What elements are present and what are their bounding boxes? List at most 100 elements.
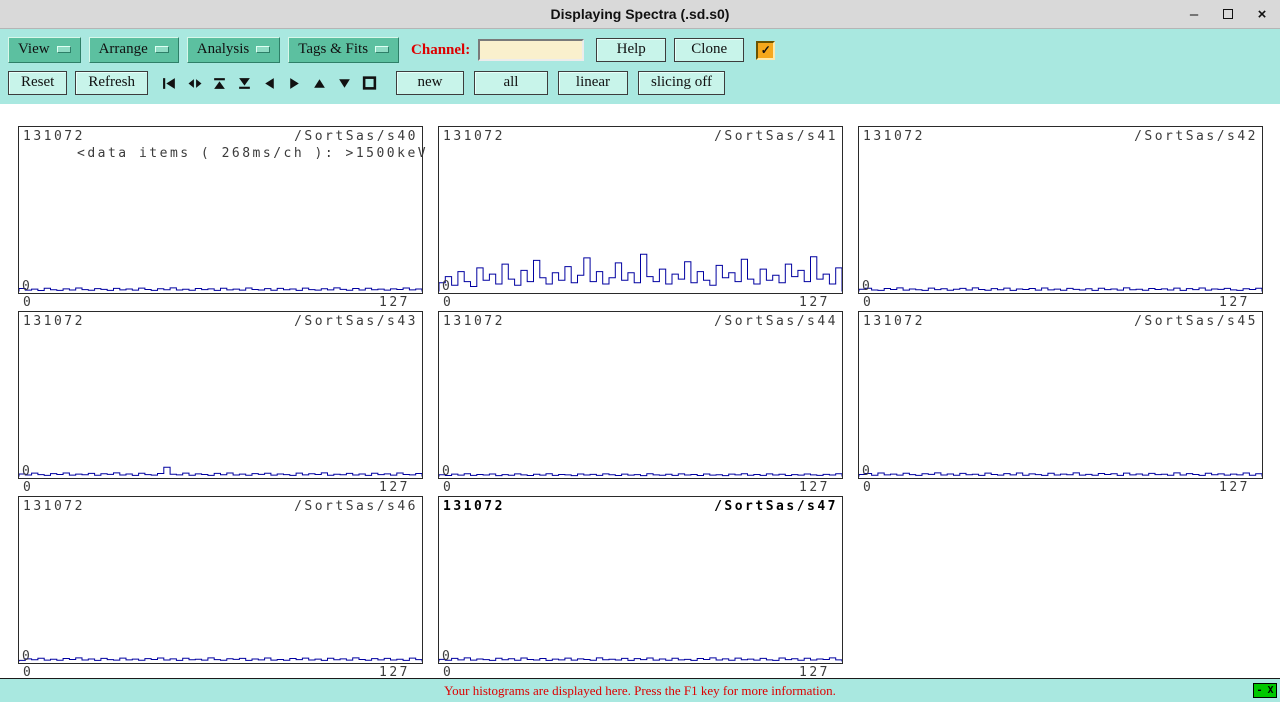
window-controls: – × bbox=[1186, 0, 1270, 28]
spectrum-ymax-label: 131072 bbox=[23, 129, 85, 144]
minimize-icon[interactable]: – bbox=[1186, 6, 1202, 22]
skip-to-start-icon[interactable] bbox=[158, 73, 182, 93]
spectrum-histogram bbox=[19, 497, 422, 663]
spectrum-x-axis: 0 127 bbox=[438, 479, 843, 496]
nav-icon-group bbox=[158, 73, 382, 93]
channel-input[interactable] bbox=[478, 39, 584, 61]
spectrum-y0-label: 0 bbox=[442, 466, 452, 478]
spectrum-xmin-label: 0 bbox=[23, 295, 33, 311]
spectrum-y0-label: 0 bbox=[862, 466, 872, 478]
spectrum-plot[interactable]: 131072 /SortSas/s46 0 bbox=[18, 496, 423, 664]
scroll-to-bottom-icon[interactable] bbox=[233, 73, 257, 93]
toolbar: View Arrange Analysis Tags & Fits Channe… bbox=[0, 29, 1280, 104]
spectrum-y0-label: 0 bbox=[22, 651, 32, 663]
spectrum-xmax-label: 127 bbox=[1219, 295, 1250, 311]
spectrum-cell: 131072 /SortSas/s46 0 0 127 bbox=[18, 496, 423, 678]
spectra-grid: 131072 /SortSas/s40 <data items ( 268ms/… bbox=[0, 104, 1280, 678]
menubar-row: View Arrange Analysis Tags & Fits Channe… bbox=[0, 34, 1280, 66]
spectrum-x-axis: 0 127 bbox=[858, 294, 1263, 311]
spectrum-xmax-label: 127 bbox=[1219, 480, 1250, 496]
menu-arrange-label: Arrange bbox=[99, 41, 148, 58]
spectrum-plot[interactable]: 131072 /SortSas/s43 0 bbox=[18, 311, 423, 479]
refresh-button[interactable]: Refresh bbox=[75, 71, 148, 95]
spectrum-ymax-label: 131072 bbox=[863, 314, 925, 329]
spectrum-plot[interactable]: 131072 /SortSas/s45 0 bbox=[858, 311, 1263, 479]
all-button[interactable]: all bbox=[474, 71, 548, 95]
spectrum-plot[interactable]: 131072 /SortSas/s47 0 bbox=[438, 496, 843, 664]
spectrum-path-label: /SortSas/s40 bbox=[294, 129, 418, 144]
spectrum-x-axis: 0 127 bbox=[18, 664, 423, 678]
maximize-icon[interactable] bbox=[1220, 6, 1236, 22]
full-view-icon[interactable] bbox=[358, 73, 382, 93]
spectrum-histogram bbox=[439, 497, 842, 663]
statusbar: Your histograms are displayed here. Pres… bbox=[0, 678, 1280, 702]
spectrum-cell: 131072 /SortSas/s45 0 0 127 bbox=[858, 311, 1263, 496]
spectrum-xmin-label: 0 bbox=[443, 480, 453, 496]
menu-analysis-label: Analysis bbox=[197, 41, 250, 58]
menu-tags-fits-label: Tags & Fits bbox=[298, 41, 368, 58]
spectrum-path-label: /SortSas/s42 bbox=[1134, 129, 1258, 144]
spectrum-y0-label: 0 bbox=[442, 281, 452, 293]
menu-indicator-icon bbox=[155, 46, 169, 53]
spectrum-x-axis: 0 127 bbox=[18, 479, 423, 496]
menu-tags-fits[interactable]: Tags & Fits bbox=[288, 37, 399, 63]
window-title: Displaying Spectra (.sd.s0) bbox=[551, 6, 730, 22]
scroll-left-icon[interactable] bbox=[258, 73, 282, 93]
spectrum-path-label: /SortSas/s43 bbox=[294, 314, 418, 329]
spectrum-xmax-label: 127 bbox=[379, 295, 410, 311]
channel-label: Channel: bbox=[411, 42, 470, 59]
spectrum-path-label: /SortSas/s47 bbox=[714, 499, 838, 514]
scroll-to-top-icon[interactable] bbox=[208, 73, 232, 93]
spectrum-x-axis: 0 127 bbox=[438, 664, 843, 678]
spectrum-histogram bbox=[439, 312, 842, 478]
statusbar-minimize-icon[interactable]: - bbox=[1254, 684, 1265, 697]
menu-view-label: View bbox=[18, 41, 50, 58]
spectrum-histogram bbox=[19, 312, 422, 478]
spectrum-plot[interactable]: 131072 /SortSas/s44 0 bbox=[438, 311, 843, 479]
spectrum-ymax-label: 131072 bbox=[443, 129, 505, 144]
spectrum-histogram bbox=[859, 127, 1262, 293]
slicing-button[interactable]: slicing off bbox=[638, 71, 725, 95]
scroll-down-icon[interactable] bbox=[333, 73, 357, 93]
spectrum-plot[interactable]: 131072 /SortSas/s42 0 bbox=[858, 126, 1263, 294]
scroll-right-icon[interactable] bbox=[283, 73, 307, 93]
statusbar-close-icon[interactable]: X bbox=[1265, 684, 1276, 697]
help-button[interactable]: Help bbox=[596, 38, 666, 62]
clone-button[interactable]: Clone bbox=[674, 38, 744, 62]
spectrum-path-label: /SortSas/s41 bbox=[714, 129, 838, 144]
check-icon: ✓ bbox=[761, 43, 771, 57]
menu-view[interactable]: View bbox=[8, 37, 81, 63]
spectrum-xmin-label: 0 bbox=[443, 295, 453, 311]
expand-horizontal-icon[interactable] bbox=[183, 73, 207, 93]
linear-button[interactable]: linear bbox=[558, 71, 628, 95]
spectrum-cell: 131072 /SortSas/s40 <data items ( 268ms/… bbox=[18, 126, 423, 311]
spectrum-xmin-label: 0 bbox=[23, 665, 33, 678]
spectrum-ymax-label: 131072 bbox=[23, 499, 85, 514]
channel-checkbox[interactable]: ✓ bbox=[756, 41, 775, 60]
spectrum-xmin-label: 0 bbox=[863, 295, 873, 311]
scroll-up-icon[interactable] bbox=[308, 73, 332, 93]
new-button[interactable]: new bbox=[396, 71, 464, 95]
spectrum-xmax-label: 127 bbox=[799, 665, 830, 678]
main-area: 131072 /SortSas/s40 <data items ( 268ms/… bbox=[0, 104, 1280, 678]
menu-arrange[interactable]: Arrange bbox=[89, 37, 179, 63]
menu-analysis[interactable]: Analysis bbox=[187, 37, 281, 63]
spectrum-y0-label: 0 bbox=[862, 281, 872, 293]
maximize-box-glyph bbox=[1223, 9, 1233, 19]
spectrum-xmax-label: 127 bbox=[379, 665, 410, 678]
spectrum-path-label: /SortSas/s44 bbox=[714, 314, 838, 329]
spectrum-cell: 131072 /SortSas/s42 0 0 127 bbox=[858, 126, 1263, 311]
spectrum-ymax-label: 131072 bbox=[23, 314, 85, 329]
toolbar-row: Reset Refresh bbox=[0, 68, 1280, 98]
statusbar-resize-widget[interactable]: - X bbox=[1253, 683, 1277, 698]
reset-button[interactable]: Reset bbox=[8, 71, 67, 95]
spectrum-plot[interactable]: 131072 /SortSas/s41 0 bbox=[438, 126, 843, 294]
spectrum-plot[interactable]: 131072 /SortSas/s40 <data items ( 268ms/… bbox=[18, 126, 423, 294]
menu-indicator-icon bbox=[256, 46, 270, 53]
spectrum-xmax-label: 127 bbox=[379, 480, 410, 496]
menu-indicator-icon bbox=[375, 46, 389, 53]
spectrum-histogram bbox=[439, 127, 842, 293]
spectrum-cell: 131072 /SortSas/s43 0 0 127 bbox=[18, 311, 423, 496]
close-icon[interactable]: × bbox=[1254, 6, 1270, 22]
spectrum-x-axis: 0 127 bbox=[858, 479, 1263, 496]
